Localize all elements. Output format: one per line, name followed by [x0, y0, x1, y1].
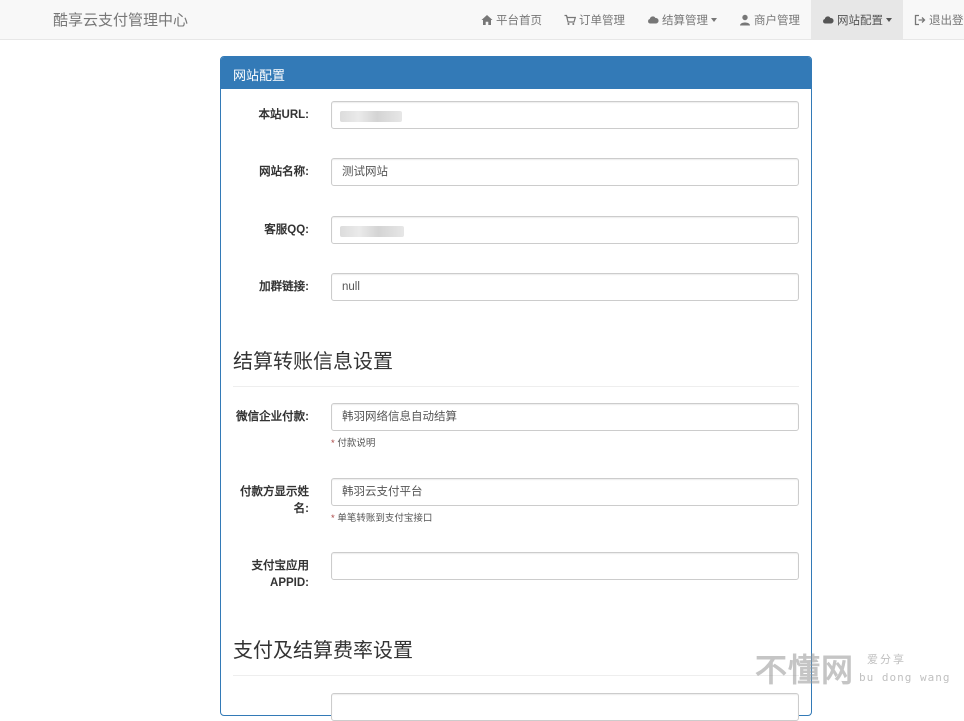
cloud-icon — [822, 14, 834, 26]
group-link-label: 加群链接: — [259, 281, 309, 293]
help-text: 付款说明 — [337, 438, 376, 449]
payer-name-label: 付款方显示姓 名: — [221, 484, 309, 518]
watermark-main-text: 不懂网 — [755, 651, 855, 689]
section-title-fee: 支付及结算费率设置 — [233, 640, 413, 662]
cart-icon — [564, 14, 576, 26]
nav-item-settlement[interactable]: 结算管理 — [636, 0, 728, 39]
nav-item-label: 网站配置 — [837, 14, 883, 27]
group-link-input[interactable]: null — [331, 273, 799, 301]
watermark-sub-text: 爱分享 — [867, 654, 906, 666]
nav-item-label: 订单管理 — [579, 14, 625, 27]
watermark-logo: 不懂网 爱分享 bu dong wang — [755, 643, 960, 693]
redacted-blur — [340, 226, 404, 237]
user-icon — [739, 14, 751, 26]
alipay-appid-label-line2: APPID: — [270, 577, 309, 589]
wechat-pay-help: * 付款说明 — [331, 435, 375, 449]
nav-item-label: 商户管理 — [754, 14, 800, 27]
nav-item-site-config[interactable]: 网站配置 — [811, 0, 903, 39]
caret-down-icon — [711, 17, 717, 22]
nav-item-label: 退出登录 — [929, 14, 964, 27]
home-icon — [481, 14, 493, 26]
redacted-blur — [340, 111, 402, 122]
site-name-input[interactable]: 测试网站 — [331, 158, 799, 186]
required-star: * — [331, 438, 335, 449]
partial-input[interactable] — [331, 693, 799, 721]
nav-menu: 平台首页 订单管理 结算管理 商户管理 网站配置 退出登 — [470, 0, 964, 39]
nav-item-merchants[interactable]: 商户管理 — [728, 0, 811, 39]
wechat-pay-label: 微信企业付款: — [236, 411, 309, 423]
panel-heading: 网站配置 — [221, 57, 811, 89]
section-divider — [233, 675, 799, 676]
top-navbar: 酷享云支付管理中心 平台首页 订单管理 结算管理 商户管理 网站配置 退出登 — [0, 0, 964, 40]
nav-item-label: 结算管理 — [662, 14, 708, 27]
alipay-appid-label: 支付宝应用 APPID: — [221, 558, 310, 592]
alipay-appid-input[interactable] — [331, 552, 799, 580]
wechat-pay-input[interactable]: 韩羽网络信息自动结算 — [331, 403, 799, 431]
nav-item-label: 平台首页 — [496, 14, 542, 27]
site-url-input[interactable] — [331, 101, 799, 129]
service-qq-label: 客服QQ: — [264, 224, 309, 236]
watermark-pinyin-text: bu dong wang — [859, 671, 951, 684]
site-url-label: 本站URL: — [258, 109, 309, 121]
nav-item-orders[interactable]: 订单管理 — [553, 0, 636, 39]
nav-item-logout[interactable]: 退出登录 — [903, 0, 964, 39]
help-text: 单笔转账到支付宝接口 — [337, 513, 433, 524]
brand-title[interactable]: 酷享云支付管理中心 — [53, 9, 188, 30]
payer-name-input[interactable]: 韩羽云支付平台 — [331, 478, 799, 506]
logout-icon — [914, 14, 926, 26]
site-name-label: 网站名称: — [259, 166, 309, 178]
payer-name-label-line1: 付款方显示姓 — [240, 486, 309, 498]
nav-item-home[interactable]: 平台首页 — [470, 0, 553, 39]
cloud-icon — [647, 14, 659, 26]
required-star: * — [331, 513, 335, 524]
caret-down-icon — [886, 17, 892, 22]
alipay-appid-label-line1: 支付宝应用 — [251, 560, 310, 572]
section-divider — [233, 386, 799, 387]
section-title-transfer: 结算转账信息设置 — [233, 351, 393, 373]
site-config-panel: 网站配置 本站URL: 网站名称: 测试网站 客服QQ: 加群链接: null … — [220, 56, 812, 721]
payer-name-label-line2: 名: — [293, 503, 309, 515]
payer-name-help: * 单笔转账到支付宝接口 — [331, 510, 432, 524]
service-qq-input[interactable] — [331, 216, 799, 244]
